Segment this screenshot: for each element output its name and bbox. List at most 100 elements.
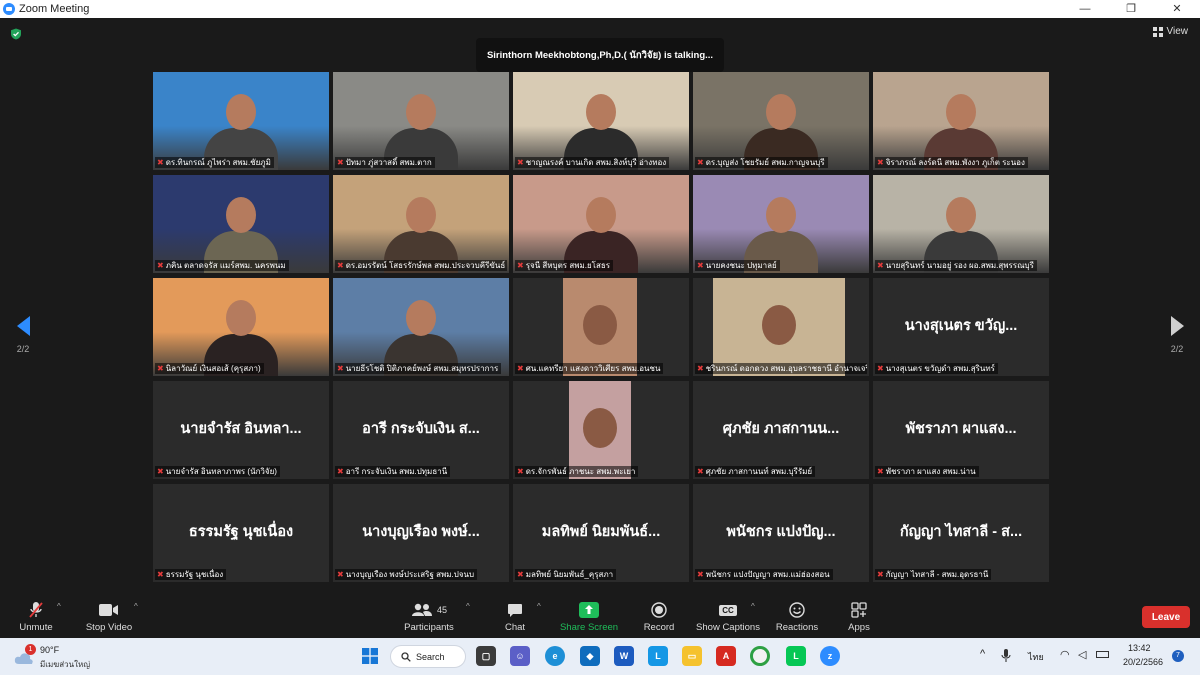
audio-options-caret-icon[interactable]: ^: [57, 602, 61, 611]
acrobat-icon[interactable]: A: [716, 646, 736, 666]
start-button[interactable]: [360, 646, 380, 666]
participant-tile[interactable]: ธรรมรัฐ นุชเนื่อง ✖ ธรรมรัฐ นุชเนื่อง: [153, 484, 329, 582]
active-speaker-banner: Sirinthorn Meekhobtong,Ph,D.( นักวิจัย) …: [476, 38, 724, 72]
apps-button[interactable]: Apps: [844, 600, 874, 633]
captions-caret-icon[interactable]: ^: [751, 602, 755, 611]
participant-tile[interactable]: นางบุญเรือง พงษ์... ✖ นางบุญเรือง พงษ์ประเ…: [333, 484, 509, 582]
participant-name-label: ✖ ธรรมรัฐ นุชเนื่อง: [155, 569, 227, 580]
participant-caption: อารี กระจับเงิน สพม.ปทุมธานี: [345, 467, 448, 476]
chat-button[interactable]: Chat: [498, 600, 532, 633]
participant-caption: นายธีรโชติ ปิติภาคย์พงษ์ สพม.สมุทรปราการ: [345, 364, 499, 373]
chat-caret-icon[interactable]: ^: [537, 602, 541, 611]
participant-tile[interactable]: ✖ ดร.อมรรัตน์ โสธรรักษ์พล สพม.ประจวบคีรีข…: [333, 175, 509, 273]
security-shield-icon[interactable]: [10, 28, 22, 40]
clock-time[interactable]: 13:42: [1128, 643, 1151, 653]
minimize-button[interactable]: —: [1062, 0, 1108, 18]
windows-taskbar: 1 90°F มีเมฆส่วนใหญ่ Search ▢ ☺ e ◆ W L …: [0, 638, 1200, 675]
file-explorer-icon[interactable]: ▭: [682, 646, 702, 666]
participant-name-label: ✖ ดร.ทินกรณ์ ภูไพร่า สพม.ชัยภูมิ: [155, 157, 274, 168]
participant-name-label: ✖ ดร.จักรพันธ์ ภาชนะ สพม.พะเยา: [515, 466, 639, 477]
participant-video: [153, 72, 329, 170]
participant-tile[interactable]: ✖ นายธีรโชติ ปิติภาคย์พงษ์ สพม.สมุทรปรากา…: [333, 278, 509, 376]
participant-caption: ดร.ทินกรณ์ ภูไพร่า สพม.ชัยภูมิ: [165, 158, 271, 167]
volume-icon[interactable]: ◁: [1078, 648, 1086, 661]
chat-bubble-icon: [498, 600, 532, 620]
video-options-caret-icon[interactable]: ^: [134, 602, 138, 611]
next-page-button[interactable]: 2/2: [1162, 316, 1192, 354]
weather-temperature: 90°F: [40, 645, 60, 655]
participant-name-label: ✖ นายสุรินทร์ นามอยู่ รอง ผอ.สพม.สุพรรณบุ…: [875, 260, 1037, 271]
participant-tile[interactable]: พนัชกร แปงปัญ... ✖ พนัชกร แปงปัญญา สพม.แม่…: [693, 484, 869, 582]
participants-caret-icon[interactable]: ^: [466, 602, 470, 611]
participant-caption: นายคงชนะ ปทุมาลย์: [705, 261, 777, 270]
share-screen-button[interactable]: Share Screen: [558, 600, 620, 633]
battery-icon[interactable]: [1096, 651, 1109, 658]
wifi-icon[interactable]: ◠: [1060, 648, 1070, 661]
leave-button[interactable]: Leave: [1142, 606, 1190, 628]
participant-tile[interactable]: ✖ ดร.บุญส่ง โชยรัมย์ สพม.กาญจนบุรี: [693, 72, 869, 170]
muted-mic-icon: ✖: [697, 364, 704, 373]
participant-tile[interactable]: ✖ ชรินกรณ์ ดอกดวง สพม.อุบลราชธานี อำนาจเจ…: [693, 278, 869, 376]
participant-caption: ภคิน ตลาดจรัส แมร์สพม. นครพนม: [165, 261, 286, 270]
edge-browser-icon[interactable]: e: [545, 646, 565, 666]
store-icon[interactable]: ◆: [580, 646, 600, 666]
participant-tile[interactable]: นายจำรัส อินทลา... ✖ นายจำรัส อินทลาภาพร (…: [153, 381, 329, 479]
participant-tile[interactable]: นางสุเนตร ขวัญ... ✖ นางสุเนตร ขวัญดำ สพม.ส…: [873, 278, 1049, 376]
participant-name-label: ✖ นิลาวัณย์ เงินสอเส้ (คุรุสภา): [155, 363, 264, 374]
participant-tile[interactable]: กัญญา ไทสาลี - ส... ✖ กัญญา ไทสาลี - สพม.อ…: [873, 484, 1049, 582]
participant-tile[interactable]: ✖ นายคงชนะ ปทุมาลย์: [693, 175, 869, 273]
notification-badge[interactable]: 7: [1172, 650, 1184, 662]
tray-chevron-icon[interactable]: ^: [980, 648, 985, 660]
participant-tile[interactable]: ✖ นิลาวัณย์ เงินสอเส้ (คุรุสภา): [153, 278, 329, 376]
participant-tile[interactable]: ศุภชัย ภาสกานน... ✖ ศุภชัย ภาสกานนท์ สพม.บ…: [693, 381, 869, 479]
close-button[interactable]: ✕: [1154, 0, 1200, 18]
participant-tile[interactable]: ✖ รุจนี สีหบุตร สพม.ยโสธร: [513, 175, 689, 273]
participant-tile[interactable]: พัชราภา ผาแสง... ✖ พัชราภา ผาแสง สพม.น่าน: [873, 381, 1049, 479]
participant-caption: ศน.แคทรียา แสงดาววิเศียร สพม.อนชน: [525, 364, 661, 373]
muted-mic-icon: ✖: [517, 364, 524, 373]
task-view-icon[interactable]: ▢: [476, 646, 496, 666]
participant-tile[interactable]: มลทิพย์ นิยมพันธ์... ✖ มลทิพย์ นิยมพันธ์_ค…: [513, 484, 689, 582]
participant-video: [513, 381, 689, 479]
taskbar-search[interactable]: Search: [390, 645, 466, 668]
reactions-button[interactable]: Reactions: [774, 600, 820, 633]
participant-name-label: ✖ นายธีรโชติ ปิติภาคย์พงษ์ สพม.สมุทรปรากา…: [335, 363, 502, 374]
input-language[interactable]: ไทย: [1028, 650, 1044, 664]
share-screen-label: Share Screen: [559, 622, 619, 633]
unmute-button[interactable]: Unmute: [14, 600, 58, 633]
line-app-icon[interactable]: L: [786, 646, 806, 666]
participant-tile[interactable]: ✖ นายสุรินทร์ นามอยู่ รอง ผอ.สพม.สุพรรณบุ…: [873, 175, 1049, 273]
zoom-logo-icon: [3, 3, 15, 15]
weather-description: มีเมฆส่วนใหญ่: [40, 660, 91, 669]
maximize-button[interactable]: ❐: [1108, 0, 1154, 18]
participant-tile[interactable]: ✖ ชาญณรงค์ บานเกิด สพม.สิงห์บุรี อ่างทอง: [513, 72, 689, 170]
record-button[interactable]: Record: [640, 600, 678, 633]
participant-tile[interactable]: ✖ ภคิน ตลาดจรัส แมร์สพม. นครพนม: [153, 175, 329, 273]
participant-name-label: ✖ ชาญณรงค์ บานเกิด สพม.สิงห์บุรี อ่างทอง: [515, 157, 670, 168]
view-label: View: [1166, 26, 1189, 37]
window-title: Zoom Meeting: [19, 3, 90, 15]
participant-tile[interactable]: ✖ ดร.ทินกรณ์ ภูไพร่า สพม.ชัยภูมิ: [153, 72, 329, 170]
participant-display-name: นางบุญเรือง พงษ์...: [362, 524, 480, 540]
l-app-icon[interactable]: L: [648, 646, 668, 666]
captions-icon-text: CC: [719, 604, 737, 616]
previous-page-button[interactable]: 2/2: [8, 316, 38, 354]
zoom-taskbar-icon[interactable]: z: [820, 646, 840, 666]
participant-tile[interactable]: ✖ ดร.จักรพันธ์ ภาชนะ สพม.พะเยา: [513, 381, 689, 479]
teams-chat-icon[interactable]: ☺: [510, 646, 530, 666]
page-indicator-right: 2/2: [1170, 344, 1184, 354]
participants-button[interactable]: 45 Participants: [400, 600, 458, 633]
view-button[interactable]: View: [1152, 26, 1189, 37]
stop-video-button[interactable]: Stop Video: [82, 600, 136, 633]
participant-name-label: ✖ พนัชกร แปงปัญญา สพม.แม่ฮ่องสอน: [695, 569, 833, 580]
chrome-icon[interactable]: [750, 646, 770, 666]
participant-tile[interactable]: ✖ ศน.แคทรียา แสงดาววิเศียร สพม.อนชน: [513, 278, 689, 376]
participant-tile[interactable]: ✖ ปัทมา ภู่สวาสดิ์ สพม.ตาก: [333, 72, 509, 170]
tray-microphone-icon[interactable]: [1001, 649, 1011, 663]
clock-date[interactable]: 20/2/2566: [1123, 657, 1163, 667]
word-icon[interactable]: W: [614, 646, 634, 666]
participant-name-label: ✖ นายจำรัส อินทลาภาพร (นักวิจัย): [155, 466, 280, 477]
weather-widget[interactable]: 1 90°F มีเมฆส่วนใหญ่: [14, 643, 104, 671]
participant-tile[interactable]: ✖ จิราภรณ์ ลงร์ดนี สพม.พังงา ภูเก็ต ระนอง: [873, 72, 1049, 170]
participant-tile[interactable]: อารี กระจับเงิน ส... ✖ อารี กระจับเงิน สพม…: [333, 381, 509, 479]
